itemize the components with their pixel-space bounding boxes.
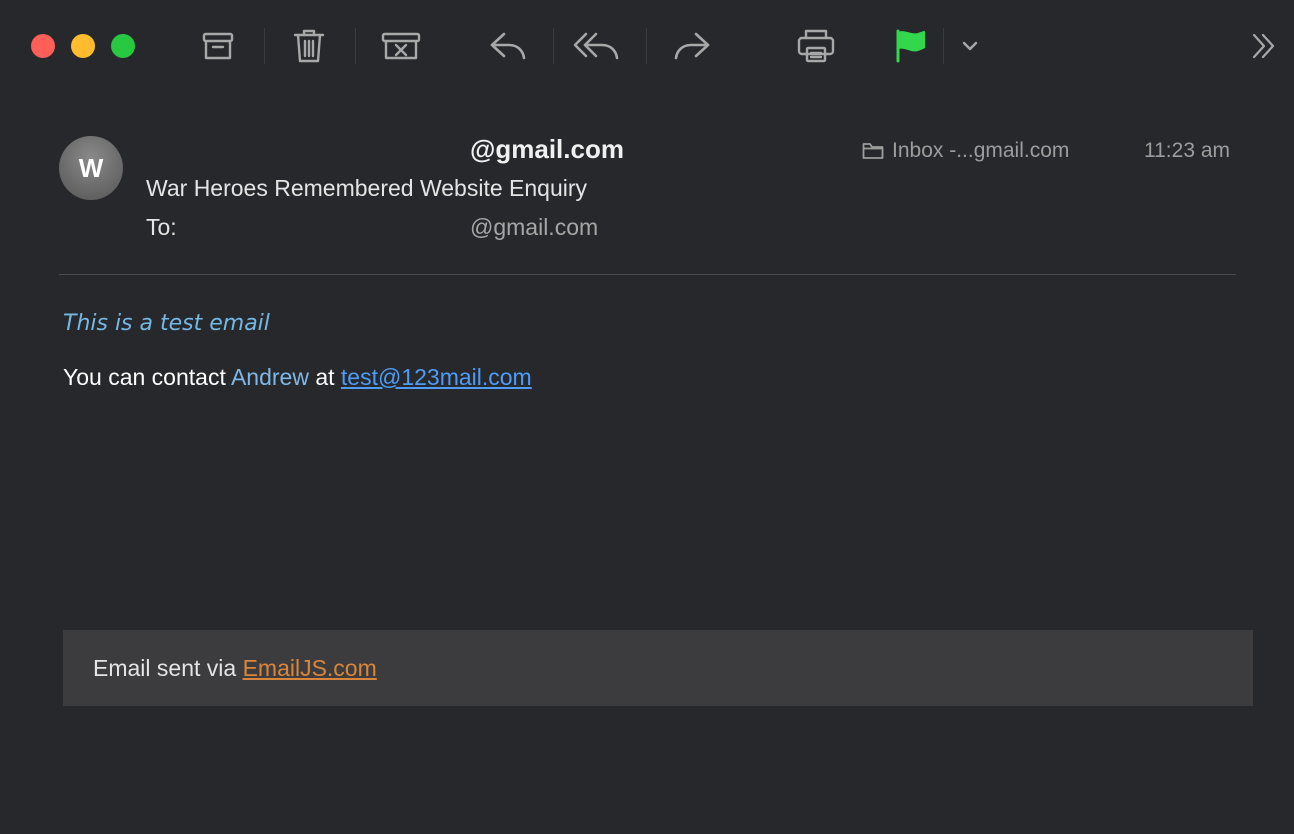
flag-menu-button[interactable] (950, 24, 990, 68)
contact-prefix: You can contact (63, 364, 231, 390)
mailbox-indicator: Inbox -...gmail.com (862, 139, 1069, 163)
body-contact-line: You can contact Andrew at test@123mail.c… (63, 364, 532, 391)
flag-icon (893, 28, 927, 64)
avatar-initial: W (78, 152, 104, 183)
toolbar-separator (355, 28, 356, 64)
footer-prefix: Email sent via (93, 655, 243, 681)
recipient-label: To: (146, 214, 177, 240)
archive-button[interactable] (196, 24, 240, 68)
print-button[interactable] (794, 24, 838, 68)
recipient-address[interactable]: @gmail.com (470, 214, 598, 241)
reply-icon (489, 30, 527, 62)
forward-icon (673, 30, 711, 62)
email-footer: Email sent via EmailJS.com (63, 630, 1253, 706)
reply-all-button[interactable] (572, 24, 620, 68)
junk-button[interactable] (379, 24, 423, 68)
footer-text: Email sent via EmailJS.com (93, 655, 377, 682)
header-divider (59, 274, 1236, 275)
toolbar (0, 0, 1294, 92)
mailbox-name: Inbox -...gmail.com (892, 139, 1070, 162)
contact-email-link[interactable]: test@123mail.com (341, 364, 532, 390)
printer-icon (796, 28, 836, 64)
emailjs-link[interactable]: EmailJS.com (243, 655, 377, 681)
junk-icon (381, 29, 421, 63)
minimize-window-button[interactable] (71, 34, 95, 58)
message-subject: War Heroes Remembered Website Enquiry (146, 175, 587, 201)
sender-avatar: W (59, 136, 123, 200)
mail-message-window: W @gmail.com War Heroes Remembered Websi… (0, 0, 1294, 834)
body-italic-line: This is a test email (63, 311, 270, 336)
double-chevron-right-icon (1250, 32, 1278, 60)
message-time: 11:23 am (1144, 139, 1230, 162)
toolbar-separator (646, 28, 647, 64)
chevron-down-icon (961, 40, 979, 52)
more-toolbar-items-button[interactable] (1242, 24, 1286, 68)
sender-address[interactable]: @gmail.com (470, 134, 624, 165)
contact-name: Andrew (230, 364, 309, 390)
delete-button[interactable] (287, 24, 331, 68)
zoom-window-button[interactable] (111, 34, 135, 58)
forward-button[interactable] (670, 24, 714, 68)
reply-all-icon (572, 30, 620, 62)
trash-icon (292, 28, 326, 64)
archive-icon (201, 29, 235, 63)
contact-middle: at (308, 364, 341, 390)
close-window-button[interactable] (31, 34, 55, 58)
toolbar-separator (264, 28, 265, 64)
flag-button[interactable] (888, 24, 932, 68)
toolbar-separator (553, 28, 554, 64)
toolbar-separator (943, 28, 944, 64)
folder-icon (862, 142, 884, 160)
reply-button[interactable] (486, 24, 530, 68)
